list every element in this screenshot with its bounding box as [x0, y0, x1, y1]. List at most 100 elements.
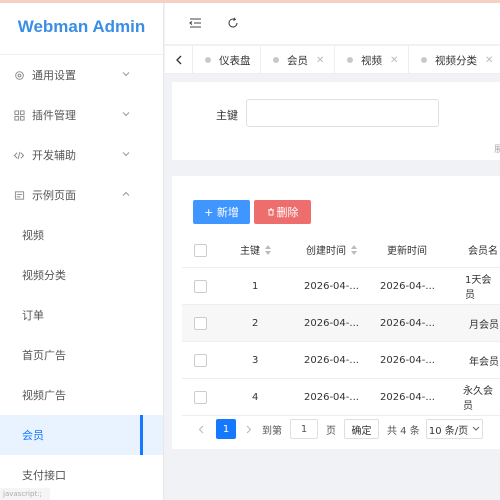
cell-updated: 2026-04-... — [380, 317, 435, 329]
sidebar-group-examples[interactable]: 示例页面 — [0, 175, 163, 215]
goto-confirm-button[interactable]: 确定 — [344, 419, 379, 439]
sidebar-item-label: 会员 — [22, 429, 44, 442]
tab-label: 视频分类 — [435, 54, 477, 67]
sidebar-group-label: 开发辅助 — [32, 149, 76, 162]
tab-dot-icon — [205, 57, 211, 63]
cell-created: 2026-04-... — [304, 354, 359, 366]
chevron-down-icon — [122, 112, 130, 117]
cell-name: 永久会员 — [463, 386, 493, 412]
sidebar: Webman Admin 通用设置 插件管理 开发辅助 示例页面 视频 视频分类… — [0, 0, 164, 500]
next-page-icon[interactable] — [246, 419, 252, 439]
menu-fold-icon[interactable] — [187, 15, 203, 31]
column-header-label: 更新时间 — [387, 246, 427, 257]
cell-id: 2 — [252, 317, 259, 329]
sidebar-item-label: 首页广告 — [22, 349, 66, 362]
sidebar-group-settings[interactable]: 通用设置 — [0, 55, 163, 95]
goto-label: 到第 — [262, 425, 282, 437]
cell-name: 年会员 — [469, 356, 499, 368]
sidebar-group-label: 示例页面 — [32, 189, 76, 202]
expand-link[interactable]: 展 — [494, 142, 500, 155]
top-header — [165, 3, 500, 45]
tab-dashboard[interactable]: 仪表盘 — [193, 46, 261, 74]
table-row[interactable]: 4 2026-04-... 2026-04-... 永久会员 — [182, 379, 500, 416]
sidebar-item-label: 视频 — [22, 229, 44, 242]
tab-member[interactable]: 会员 ✕ — [261, 46, 335, 74]
cell-id: 4 — [252, 391, 259, 403]
table-row[interactable]: 1 2026-04-... 2026-04-... 1天会员 — [182, 268, 500, 305]
sidebar-item-member[interactable]: 会员 — [0, 415, 163, 455]
column-header-label: 主键 — [240, 246, 260, 257]
app-logo[interactable]: Webman Admin — [0, 0, 163, 55]
tab-dot-icon — [347, 57, 353, 63]
page-size-label: 10 条/页 — [428, 425, 469, 437]
close-icon[interactable]: ✕ — [316, 55, 324, 66]
add-button[interactable]: + 新增 — [193, 200, 250, 224]
sidebar-item-home-ads[interactable]: 首页广告 — [0, 335, 163, 375]
tab-video[interactable]: 视频 ✕ — [335, 46, 409, 74]
chevron-left-icon — [175, 55, 181, 65]
row-checkbox[interactable] — [194, 391, 207, 404]
tab-label: 会员 — [287, 54, 308, 67]
sidebar-group-dev[interactable]: 开发辅助 — [0, 135, 163, 175]
sidebar-item-video[interactable]: 视频 — [0, 215, 163, 255]
chevron-down-icon — [122, 72, 130, 77]
status-link-text: javascript:; — [0, 488, 50, 500]
tab-bar: 仪表盘 会员 ✕ 视频 ✕ 视频分类 ✕ — [165, 46, 500, 74]
cell-created: 2026-04-... — [304, 317, 359, 329]
data-table: 主键 创建时间 更新时间 会员名 1 2026-04-... 2026-04-.… — [182, 232, 500, 416]
plugin-icon — [13, 109, 25, 121]
chevron-up-icon — [122, 191, 130, 196]
pagination: 1 到第 1 页 确定 共 4 条 10 条/页 — [194, 419, 494, 439]
select-all-checkbox[interactable] — [194, 244, 207, 257]
row-checkbox[interactable] — [194, 280, 207, 293]
cell-created: 2026-04-... — [304, 391, 359, 403]
goto-page-input[interactable]: 1 — [290, 419, 318, 439]
table-row[interactable]: 3 2026-04-... 2026-04-... 年会员 — [182, 342, 500, 379]
sidebar-item-video-category[interactable]: 视频分类 — [0, 255, 163, 295]
cell-id: 1 — [252, 280, 259, 292]
tab-dot-icon — [273, 57, 279, 63]
sidebar-group-label: 通用设置 — [32, 69, 76, 82]
sidebar-item-label: 视频广告 — [22, 389, 66, 402]
tab-label: 仪表盘 — [219, 54, 251, 67]
chevron-down-icon — [472, 426, 480, 431]
sidebar-group-plugins[interactable]: 插件管理 — [0, 95, 163, 135]
delete-button[interactable]: 删除 — [254, 200, 311, 224]
page-unit-label: 页 — [326, 425, 336, 437]
table-row[interactable]: 2 2026-04-... 2026-04-... 月会员 — [182, 305, 500, 342]
tab-scroll-left-button[interactable] — [165, 46, 193, 74]
chevron-down-icon — [122, 152, 130, 157]
refresh-icon[interactable] — [225, 15, 241, 31]
column-header-label: 创建时间 — [306, 246, 346, 257]
page-number-current[interactable]: 1 — [216, 419, 236, 439]
page-icon — [13, 189, 25, 201]
page-size-select[interactable]: 10 条/页 — [426, 419, 483, 439]
column-header-id[interactable]: 主键 — [240, 232, 272, 267]
code-icon — [13, 149, 25, 161]
prev-page-icon[interactable] — [198, 419, 204, 439]
column-header-label: 会员名 — [468, 246, 498, 257]
sort-icon[interactable] — [265, 244, 272, 255]
sidebar-item-label: 订单 — [22, 309, 44, 322]
column-header-created[interactable]: 创建时间 — [306, 232, 358, 267]
sidebar-group-label: 插件管理 — [32, 109, 76, 122]
top-accent-bar — [0, 0, 500, 3]
sidebar-item-order[interactable]: 订单 — [0, 295, 163, 335]
close-icon[interactable]: ✕ — [485, 55, 493, 66]
cell-updated: 2026-04-... — [380, 354, 435, 366]
row-checkbox[interactable] — [194, 354, 207, 367]
delete-label: 删除 — [276, 206, 299, 219]
tab-label: 视频 — [361, 54, 382, 67]
cell-name: 1天会员 — [465, 275, 492, 301]
sidebar-item-video-ads[interactable]: 视频广告 — [0, 375, 163, 415]
tab-video-category[interactable]: 视频分类 ✕ — [409, 46, 500, 74]
sort-icon[interactable] — [351, 244, 358, 255]
primary-key-input[interactable] — [246, 99, 439, 127]
trash-icon — [267, 208, 274, 216]
row-checkbox[interactable] — [194, 317, 207, 330]
total-count: 共 4 条 — [387, 425, 420, 437]
close-icon[interactable]: ✕ — [390, 55, 398, 66]
cell-id: 3 — [252, 354, 259, 366]
table-header-row: 主键 创建时间 更新时间 会员名 — [182, 232, 500, 268]
gear-icon — [13, 69, 25, 81]
